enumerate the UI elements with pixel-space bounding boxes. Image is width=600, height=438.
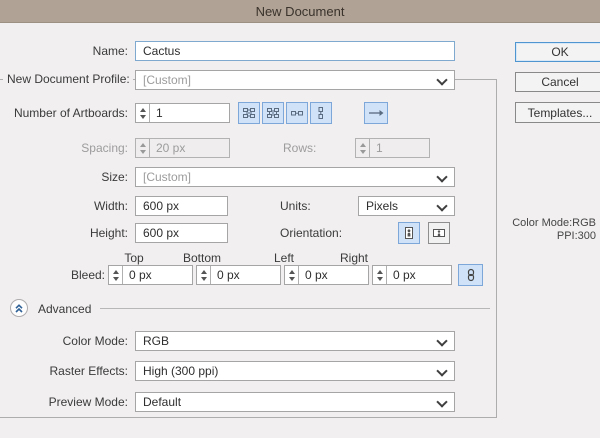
chevron-down-icon	[436, 171, 447, 182]
rows-field[interactable]: 1	[355, 138, 430, 158]
spinner-up-icon	[289, 270, 295, 274]
templates-button[interactable]: Templates...	[515, 102, 600, 123]
bleed-bottom-field[interactable]: 0 px	[196, 265, 281, 285]
size-dropdown[interactable]: [Custom]	[135, 167, 455, 187]
bleed-left-field[interactable]: 0 px	[284, 265, 369, 285]
bleed-top-spinner[interactable]	[109, 266, 123, 284]
advanced-separator	[100, 308, 490, 309]
spinner-up-icon	[140, 143, 146, 147]
spinner-down-icon	[377, 277, 383, 281]
spinner-down-icon	[140, 115, 146, 119]
rows-spinner[interactable]	[356, 139, 370, 157]
grid-by-row-button[interactable]	[238, 102, 260, 124]
orientation-landscape-button[interactable]	[428, 222, 450, 244]
spinner-up-icon	[140, 108, 146, 112]
artboards-label: Number of Artboards:	[0, 106, 128, 120]
ok-button[interactable]: OK	[515, 42, 600, 62]
preview-mode-label: Preview Mode:	[0, 395, 128, 409]
layout-direction-button[interactable]	[364, 102, 388, 124]
bleed-right-spinner[interactable]	[373, 266, 387, 284]
width-label: Width:	[0, 199, 128, 213]
arrange-by-row-button[interactable]	[286, 102, 308, 124]
grid-by-row-icon	[242, 106, 256, 120]
spinner-down-icon	[113, 277, 119, 281]
artboards-field[interactable]: 1	[135, 103, 230, 123]
preview-mode-dropdown[interactable]: Default	[135, 392, 455, 412]
profile-dropdown[interactable]: [Custom]	[135, 70, 455, 90]
spinner-down-icon	[360, 150, 366, 154]
chevron-down-icon	[436, 335, 447, 346]
rows-label: Rows:	[283, 141, 316, 155]
spinner-up-icon	[377, 270, 383, 274]
spacing-label: Spacing:	[0, 141, 128, 155]
spinner-down-icon	[289, 277, 295, 281]
raster-effects-label: Raster Effects:	[0, 364, 128, 378]
bleed-bottom-spinner[interactable]	[197, 266, 211, 284]
height-input[interactable]: 600 px	[135, 223, 228, 243]
name-input[interactable]: Cactus	[135, 41, 455, 61]
chain-link-icon	[464, 268, 478, 282]
raster-effects-dropdown[interactable]: High (300 ppi)	[135, 361, 455, 381]
spinner-up-icon	[113, 270, 119, 274]
color-mode-info: Color Mode:RGB	[512, 217, 596, 229]
chevron-down-icon	[436, 365, 447, 376]
cancel-button[interactable]: Cancel	[515, 72, 600, 92]
dialog-titlebar[interactable]: New Document	[0, 0, 600, 23]
bleed-top-field[interactable]: 0 px	[108, 265, 193, 285]
ppi-info: PPI:300	[557, 230, 596, 242]
portrait-icon	[402, 226, 416, 240]
double-chevron-up-icon	[12, 301, 26, 315]
chevron-down-icon	[436, 74, 447, 85]
layout-direction-arrow-icon	[367, 106, 385, 120]
spinner-down-icon	[201, 277, 207, 281]
artboards-spinner[interactable]	[136, 104, 150, 122]
bleed-label: Bleed:	[0, 268, 105, 282]
bleed-bottom-header: Bottom	[160, 251, 244, 265]
size-label: Size:	[0, 170, 128, 184]
dialog-title: New Document	[256, 4, 345, 19]
spinner-down-icon	[140, 150, 146, 154]
height-label: Height:	[0, 226, 128, 240]
color-mode-label: Color Mode:	[0, 334, 128, 348]
arrange-by-row-icon	[290, 106, 304, 120]
name-label: Name:	[0, 44, 128, 58]
units-dropdown[interactable]: Pixels	[358, 196, 455, 216]
advanced-toggle-button[interactable]	[10, 299, 28, 317]
grid-by-column-icon	[266, 106, 280, 120]
arrange-by-column-icon	[314, 106, 328, 120]
orientation-label: Orientation:	[280, 226, 342, 240]
bleed-left-spinner[interactable]	[285, 266, 299, 284]
profile-label: New Document Profile:	[3, 72, 133, 86]
landscape-icon	[432, 226, 446, 240]
spinner-up-icon	[360, 143, 366, 147]
bleed-link-button[interactable]	[458, 264, 483, 286]
spacing-spinner[interactable]	[136, 139, 150, 157]
advanced-label: Advanced	[38, 302, 91, 316]
chevron-down-icon	[436, 200, 447, 211]
orientation-portrait-button[interactable]	[398, 222, 420, 244]
spinner-up-icon	[201, 270, 207, 274]
arrange-by-column-button[interactable]	[310, 102, 332, 124]
color-mode-dropdown[interactable]: RGB	[135, 331, 455, 351]
spacing-field[interactable]: 20 px	[135, 138, 230, 158]
new-document-dialog: { "dialog": { "title": "New Document" },…	[0, 0, 600, 438]
bleed-right-header: Right	[312, 251, 396, 265]
chevron-down-icon	[436, 396, 447, 407]
width-input[interactable]: 600 px	[135, 196, 228, 216]
grid-by-column-button[interactable]	[262, 102, 284, 124]
units-label: Units:	[280, 199, 311, 213]
bleed-right-field[interactable]: 0 px	[372, 265, 452, 285]
